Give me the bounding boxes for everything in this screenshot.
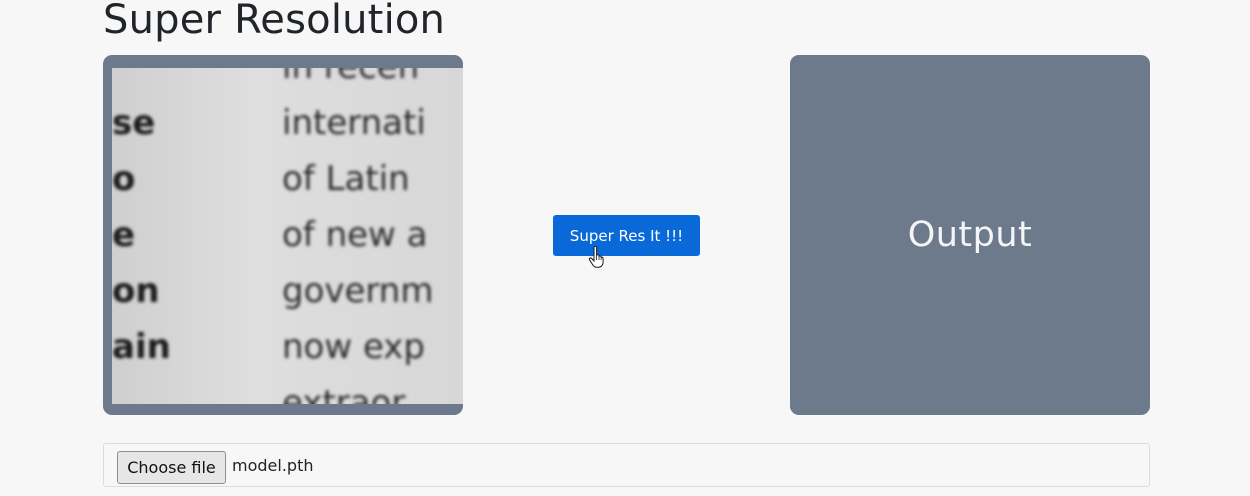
image-text-left: o bbox=[112, 159, 136, 199]
image-text-row: extraor bbox=[112, 383, 463, 404]
image-text-row: ain now exp bbox=[112, 327, 463, 371]
choose-file-button[interactable]: Choose file bbox=[117, 451, 226, 484]
image-text-row: se internati bbox=[112, 103, 463, 147]
page-title: Super Resolution bbox=[103, 0, 446, 43]
hand-pointer-icon bbox=[588, 246, 604, 268]
super-resolution-page: Super Resolution in recen se internati o… bbox=[0, 0, 1250, 496]
image-text-right: now exp bbox=[282, 327, 425, 367]
selected-file-name: model.pth bbox=[232, 456, 314, 475]
image-text-row: e of new a bbox=[112, 215, 463, 259]
image-text-right: internati bbox=[282, 103, 426, 143]
image-text-row: o of Latin bbox=[112, 159, 463, 203]
image-text-left: e bbox=[112, 215, 136, 255]
image-text-row: on governm bbox=[112, 271, 463, 315]
model-file-input: Choose file model.pth bbox=[103, 443, 1150, 487]
image-text-right: in recen bbox=[282, 68, 419, 87]
image-text-left: ain bbox=[112, 327, 171, 367]
image-text-right: extraor bbox=[282, 383, 406, 404]
image-text-left: on bbox=[112, 271, 160, 311]
output-label: Output bbox=[907, 215, 1033, 255]
blurry-text-image: in recen se internati o of Latin e of ne… bbox=[112, 68, 463, 404]
image-text-right: governm bbox=[282, 271, 434, 311]
input-image-panel: in recen se internati o of Latin e of ne… bbox=[103, 55, 463, 415]
super-res-button[interactable]: Super Res It !!! bbox=[553, 215, 700, 256]
output-panel: Output bbox=[790, 55, 1150, 415]
image-text-right: of new a bbox=[282, 215, 428, 255]
image-text-right: of Latin bbox=[282, 159, 410, 199]
input-image: in recen se internati o of Latin e of ne… bbox=[112, 68, 463, 404]
image-text-row: in recen bbox=[112, 68, 463, 91]
image-text-left: se bbox=[112, 103, 156, 143]
